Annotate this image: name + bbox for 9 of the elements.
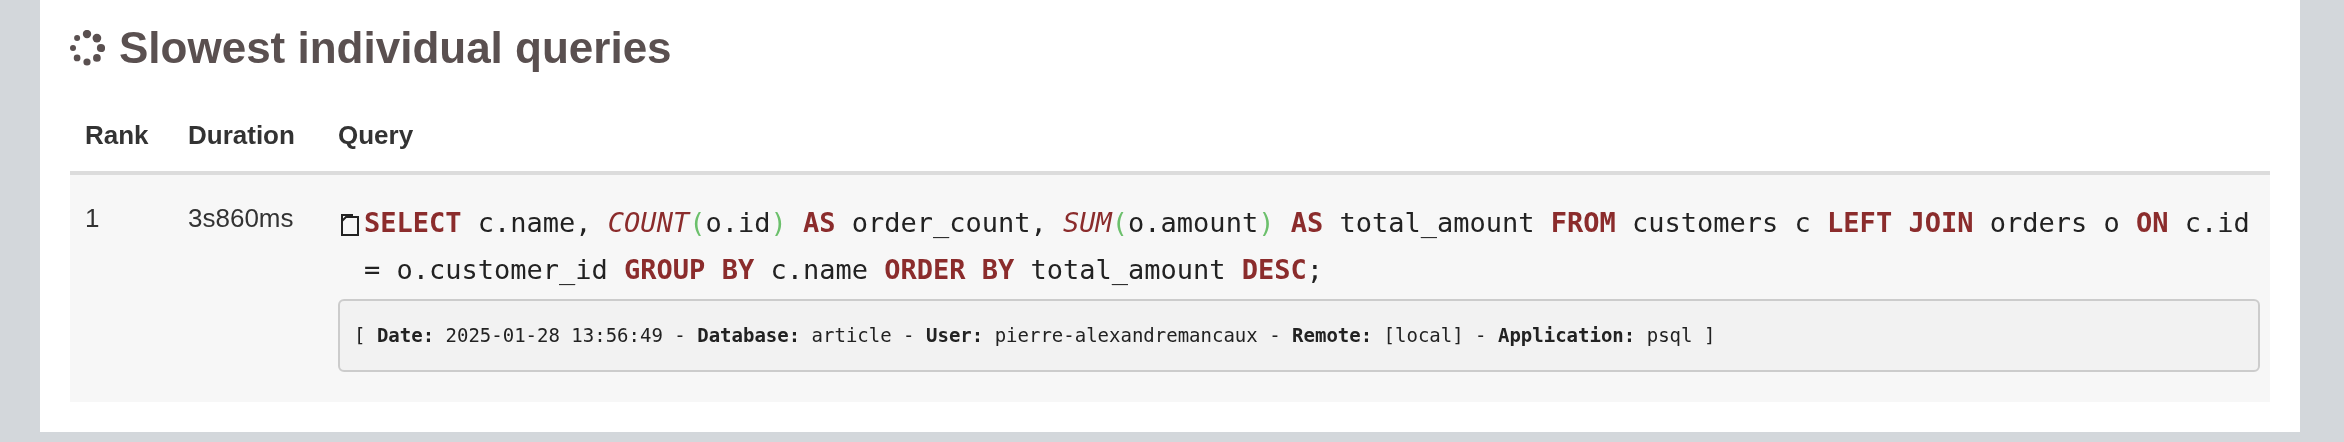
spinner-icon (69, 30, 105, 66)
query-details: [ Date: 2025-01-28 13:56:49 - Database: article - User: pierre-alexandremancaux - Remote: [local] - Application: psql ] (338, 299, 2260, 372)
query-code: SELECT c.name, COUNT(o.id) AS order_count, SUM(o.amount) AS total_amount FROM customers c LEFT JOIN orders o ON c.id = o.customer_id GROUP BY c.name ORDER BY total_amount DESC; (364, 206, 2251, 287)
column-header: Query (338, 120, 414, 150)
column-header: Duration (188, 120, 295, 150)
rank-cell: 1 (85, 203, 100, 233)
section-title: Slowest individual queries (119, 22, 672, 74)
duration-cell: 3s860ms (188, 203, 294, 233)
column-header: Rank (85, 120, 149, 150)
